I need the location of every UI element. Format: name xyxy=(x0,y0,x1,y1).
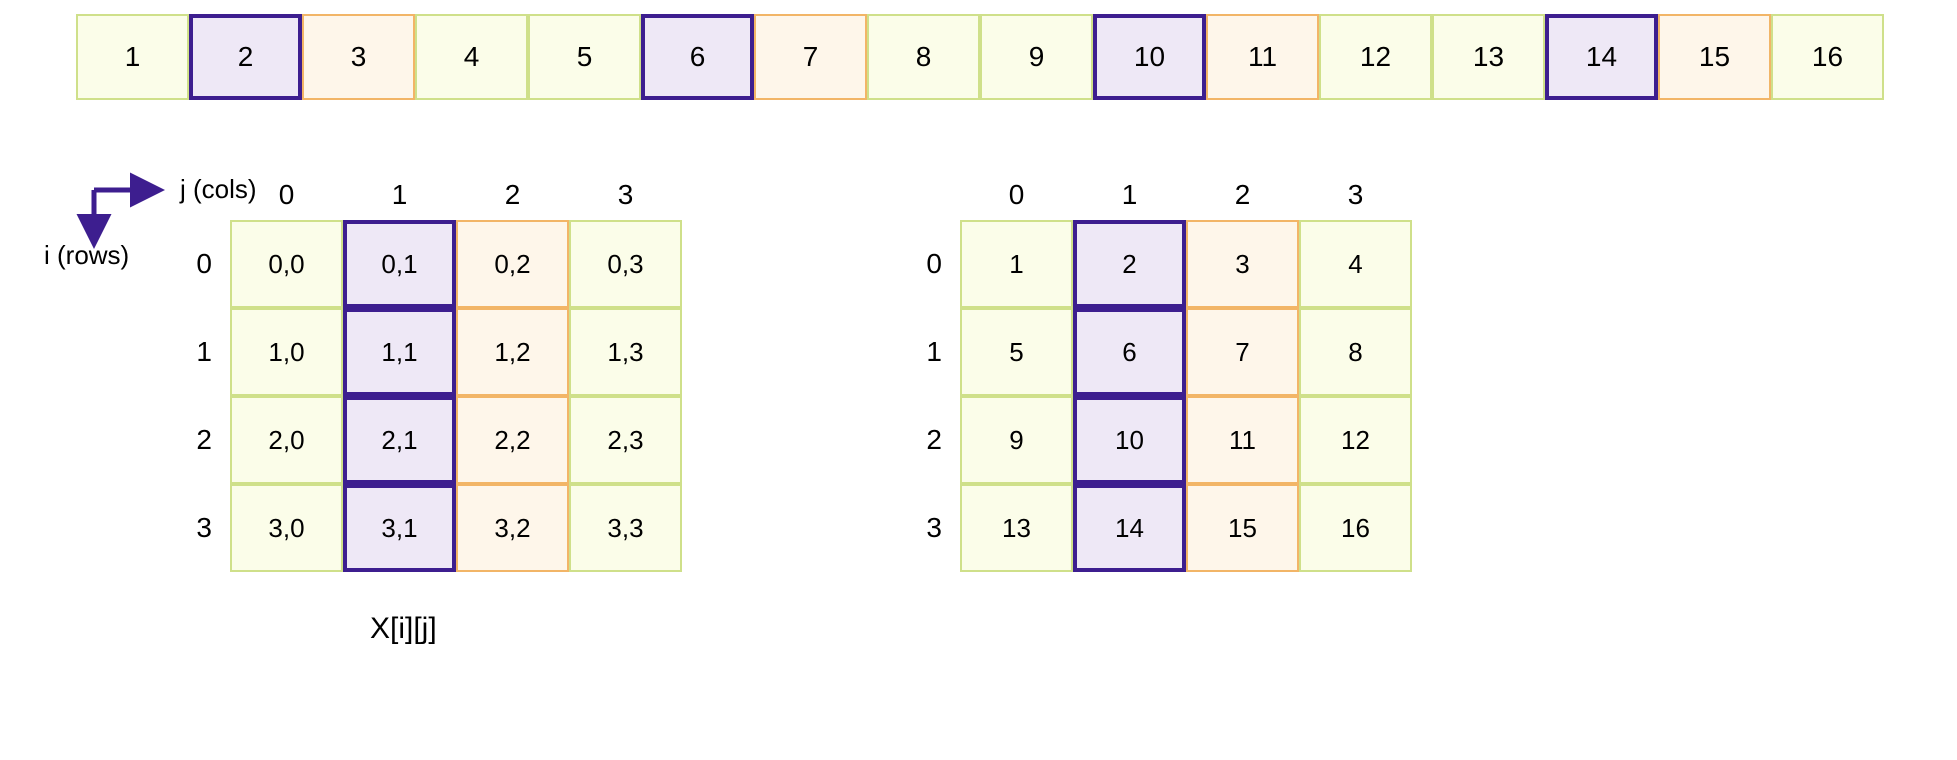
row-header: 3 xyxy=(926,512,960,544)
row-header: 0 xyxy=(926,248,960,280)
matrix-cell: 3,3 xyxy=(569,484,682,572)
matrix-cell: 3,2 xyxy=(456,484,569,572)
strip-cell: 3 xyxy=(302,14,415,100)
strip-cell: 15 xyxy=(1658,14,1771,100)
matrix-cell: 11 xyxy=(1186,396,1299,484)
matrix-cell: 2,0 xyxy=(230,396,343,484)
strip-cell: 7 xyxy=(754,14,867,100)
matrix-cell: 4 xyxy=(1299,220,1412,308)
strip-cell: 12 xyxy=(1319,14,1432,100)
strip-cell: 4 xyxy=(415,14,528,100)
matrix-cell: 13 xyxy=(960,484,1073,572)
matrix-cell: 3,0 xyxy=(230,484,343,572)
col-header: 0 xyxy=(279,179,295,211)
matrix-cell: 2,2 xyxy=(456,396,569,484)
row-header: 0 xyxy=(196,248,230,280)
matrix-cell: 9 xyxy=(960,396,1073,484)
col-header: 3 xyxy=(1348,179,1364,211)
col-header: 2 xyxy=(1235,179,1251,211)
col-header: 1 xyxy=(392,179,408,211)
strip-cell: 8 xyxy=(867,14,980,100)
matrix-cell: 1,2 xyxy=(456,308,569,396)
strip-cell: 14 xyxy=(1545,14,1658,100)
linear-array-strip: 12345678910111213141516 xyxy=(76,14,1884,100)
strip-cell: 11 xyxy=(1206,14,1319,100)
row-header: 1 xyxy=(196,336,230,368)
matrix-indices: 012300,00,10,20,311,01,11,21,322,02,12,2… xyxy=(170,170,682,572)
matrix-cell: 1,3 xyxy=(569,308,682,396)
matrix-cell: 7 xyxy=(1186,308,1299,396)
matrix-cell: 2 xyxy=(1073,220,1186,308)
matrix-cell: 0,3 xyxy=(569,220,682,308)
axis-label-i: i (rows) xyxy=(44,240,129,271)
row-header: 2 xyxy=(926,424,960,456)
strip-cell: 6 xyxy=(641,14,754,100)
matrix-cell: 16 xyxy=(1299,484,1412,572)
strip-cell: 16 xyxy=(1771,14,1884,100)
matrix-cell: 12 xyxy=(1299,396,1412,484)
strip-cell: 9 xyxy=(980,14,1093,100)
matrix-cell: 1,1 xyxy=(343,308,456,396)
diagram-canvas: 12345678910111213141516 j (cols) i (rows… xyxy=(0,0,1957,760)
matrix-cell: 0,1 xyxy=(343,220,456,308)
col-header: 2 xyxy=(505,179,521,211)
matrix-cell: 14 xyxy=(1073,484,1186,572)
col-header: 3 xyxy=(618,179,634,211)
matrix-cell: 2,3 xyxy=(569,396,682,484)
row-header: 2 xyxy=(196,424,230,456)
matrix-cell: 0,0 xyxy=(230,220,343,308)
strip-cell: 1 xyxy=(76,14,189,100)
matrix-cell: 0,2 xyxy=(456,220,569,308)
strip-cell: 13 xyxy=(1432,14,1545,100)
col-header: 1 xyxy=(1122,179,1138,211)
matrix-cell: 15 xyxy=(1186,484,1299,572)
matrix-cell: 1 xyxy=(960,220,1073,308)
matrix-cell: 10 xyxy=(1073,396,1186,484)
matrix-caption: X[i][j] xyxy=(370,612,437,646)
row-header: 1 xyxy=(926,336,960,368)
matrix-cell: 2,1 xyxy=(343,396,456,484)
matrix-cell: 8 xyxy=(1299,308,1412,396)
strip-cell: 5 xyxy=(528,14,641,100)
matrix-cell: 3,1 xyxy=(343,484,456,572)
matrix-cell: 5 xyxy=(960,308,1073,396)
strip-cell: 2 xyxy=(189,14,302,100)
matrix-cell: 6 xyxy=(1073,308,1186,396)
row-header: 3 xyxy=(196,512,230,544)
matrix-cell: 3 xyxy=(1186,220,1299,308)
matrix-cell: 1,0 xyxy=(230,308,343,396)
matrix-values: 0123012341567829101112313141516 xyxy=(900,170,1412,572)
strip-cell: 10 xyxy=(1093,14,1206,100)
col-header: 0 xyxy=(1009,179,1025,211)
